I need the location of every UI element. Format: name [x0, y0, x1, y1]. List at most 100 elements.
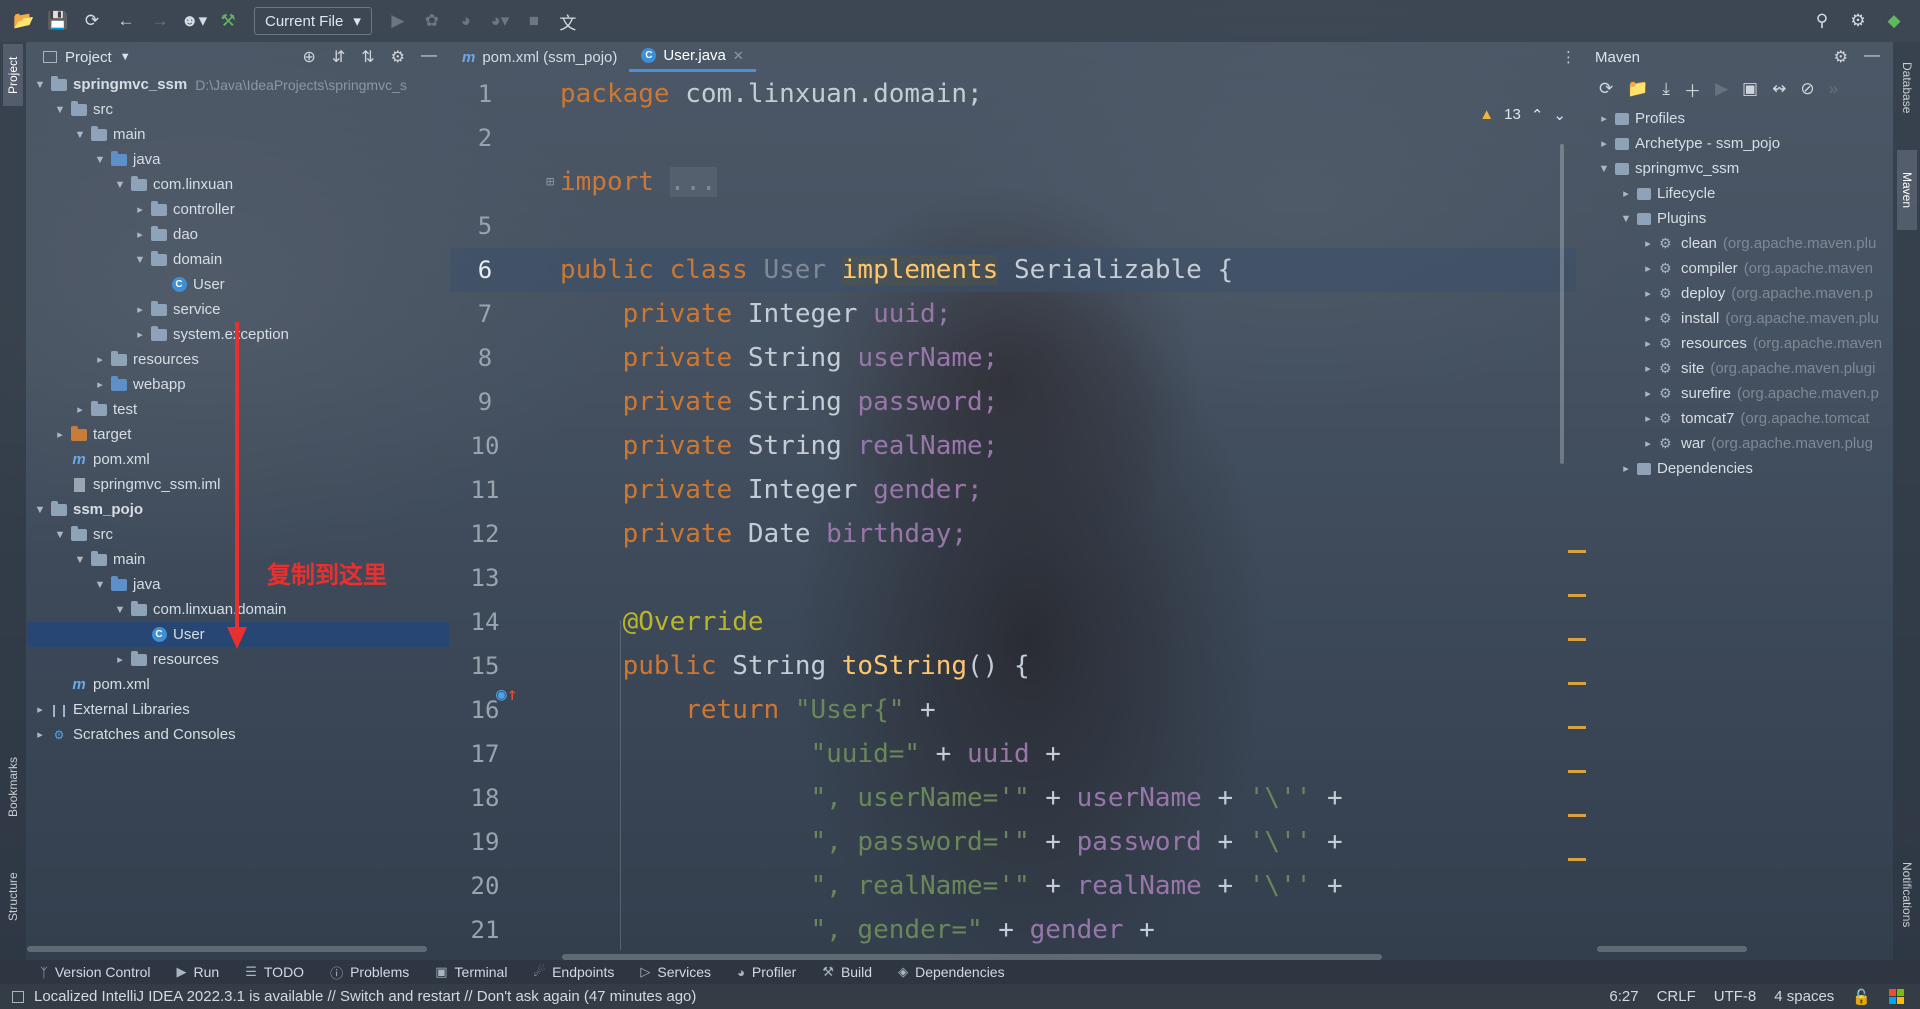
- chevron-down-icon[interactable]: ▼: [53, 104, 67, 116]
- chevron-right-icon[interactable]: ▸: [1641, 237, 1655, 250]
- chevron-right-icon[interactable]: ▸: [33, 728, 47, 741]
- tree-item-src[interactable]: ▼ src: [27, 97, 449, 122]
- chevron-right-icon[interactable]: ▸: [93, 378, 107, 391]
- maven-plugin-site[interactable]: ▸ ⚙ site (org.apache.maven.plugi: [1587, 356, 1892, 381]
- chevron-down-icon[interactable]: ▼: [1619, 213, 1633, 225]
- more-icon[interactable]: »: [1829, 79, 1838, 99]
- chevron-right-icon[interactable]: ▸: [113, 653, 127, 666]
- tree-item-external-libraries[interactable]: ▸ ❙❙ External Libraries: [27, 697, 449, 722]
- profiler-tab[interactable]: ◕ Profiler: [737, 964, 796, 980]
- chevron-down-icon[interactable]: ▼: [93, 154, 107, 166]
- editor-vertical-scrollbar[interactable]: [1560, 144, 1564, 464]
- todo-tab[interactable]: ☰ TODO: [245, 964, 304, 980]
- settings-icon[interactable]: ⚙: [1844, 7, 1872, 35]
- add-icon[interactable]: ＋: [1684, 77, 1701, 102]
- maven-plugin-tomcat7[interactable]: ▸ ⚙ tomcat7 (org.apache.tomcat: [1587, 406, 1892, 431]
- chevron-down-icon[interactable]: ▼: [133, 254, 147, 266]
- chevron-down-icon[interactable]: ▼: [93, 579, 107, 591]
- code-area[interactable]: ▲ 13 ⌃ ⌄ 1 package com.linxuan.domain; 2 …: [450, 72, 1586, 960]
- status-square-icon[interactable]: [12, 990, 24, 1003]
- coverage-icon[interactable]: ◕: [452, 7, 480, 35]
- chevron-down-icon[interactable]: ▼: [113, 179, 127, 191]
- chevron-down-icon[interactable]: ▼: [33, 504, 47, 516]
- indent-setting[interactable]: 4 spaces: [1774, 988, 1834, 1005]
- back-icon[interactable]: ←: [112, 7, 140, 35]
- tree-item-pom[interactable]: m pom.xml: [27, 672, 449, 697]
- problems-tab[interactable]: ⓘ Problems: [330, 963, 409, 982]
- tree-item-package[interactable]: ▼ com.linxuan: [27, 172, 449, 197]
- chevron-right-icon[interactable]: ▸: [1641, 437, 1655, 450]
- chevron-right-icon[interactable]: ▸: [1641, 287, 1655, 300]
- chevron-right-icon[interactable]: ▸: [53, 428, 67, 441]
- chevron-right-icon[interactable]: ▸: [1597, 137, 1611, 150]
- run-tab[interactable]: ▶ Run: [177, 964, 220, 980]
- locate-icon[interactable]: ⊕: [302, 47, 315, 67]
- minimize-icon[interactable]: —: [1864, 47, 1880, 67]
- project-horizontal-scrollbar[interactable]: [27, 946, 427, 952]
- run-icon[interactable]: ▶: [1715, 79, 1728, 99]
- chevron-down-icon[interactable]: ▼: [53, 529, 67, 541]
- tree-item-scratches[interactable]: ▸ ⚙ Scratches and Consoles: [27, 722, 449, 747]
- search-icon[interactable]: ⚲: [1808, 7, 1836, 35]
- dependencies-tab[interactable]: ◈ Dependencies: [898, 964, 1005, 980]
- tree-item-resources[interactable]: ▸ resources: [27, 647, 449, 672]
- chevron-down-icon[interactable]: ▼: [120, 51, 131, 63]
- error-stripe[interactable]: [1568, 116, 1586, 916]
- maven-horizontal-scrollbar[interactable]: [1597, 946, 1747, 952]
- status-message[interactable]: Localized IntelliJ IDEA 2022.3.1 is avai…: [34, 988, 696, 1005]
- database-tool-tab[interactable]: Database: [1897, 48, 1917, 128]
- skip-tests-icon[interactable]: ⊘: [1800, 79, 1814, 99]
- caret-position[interactable]: 6:27: [1609, 988, 1638, 1005]
- tab-pom-xml[interactable]: m pom.xml (ssm_pojo): [450, 42, 629, 72]
- tree-item-user-class[interactable]: C User: [27, 272, 449, 297]
- save-icon[interactable]: 💾: [44, 7, 72, 35]
- structure-tool-tab[interactable]: Structure: [3, 857, 23, 937]
- chevron-right-icon[interactable]: ▸: [1597, 112, 1611, 125]
- lock-icon[interactable]: 🔓: [1852, 988, 1871, 1006]
- file-encoding[interactable]: UTF-8: [1714, 988, 1757, 1005]
- maven-plugin-clean[interactable]: ▸ ⚙ clean (org.apache.maven.plu: [1587, 231, 1892, 256]
- maven-plugin-resources[interactable]: ▸ ⚙ resources (org.apache.maven: [1587, 331, 1892, 356]
- open-folder-icon[interactable]: 📂: [10, 7, 38, 35]
- tree-item-dao[interactable]: ▸ dao: [27, 222, 449, 247]
- toggle-offline-icon[interactable]: ↭: [1772, 79, 1786, 99]
- tree-item-main[interactable]: ▼ main: [27, 122, 449, 147]
- profile-icon[interactable]: ◕▾: [486, 7, 514, 35]
- close-icon[interactable]: ✕: [733, 48, 744, 64]
- maven-item-dependencies[interactable]: ▸ Dependencies: [1587, 456, 1892, 481]
- maven-plugin-surefire[interactable]: ▸ ⚙ surefire (org.apache.maven.p: [1587, 381, 1892, 406]
- more-tabs-icon[interactable]: ⋮: [1561, 42, 1586, 72]
- maven-plugin-deploy[interactable]: ▸ ⚙ deploy (org.apache.maven.p: [1587, 281, 1892, 306]
- tab-user-java[interactable]: C User.java ✕: [629, 42, 756, 72]
- maven-item-plugins[interactable]: ▼ Plugins: [1587, 206, 1892, 231]
- generate-sources-icon[interactable]: 📁: [1627, 79, 1648, 99]
- maven-plugin-war[interactable]: ▸ ⚙ war (org.apache.maven.plug: [1587, 431, 1892, 456]
- expand-all-icon[interactable]: ⇵: [332, 47, 345, 67]
- chevron-down-icon[interactable]: ▼: [1597, 163, 1611, 175]
- build-tab[interactable]: ⚒ Build: [822, 964, 872, 980]
- tree-item-java[interactable]: ▼ java: [27, 147, 449, 172]
- tree-item-service[interactable]: ▸ service: [27, 297, 449, 322]
- phase-icon[interactable]: ▣: [1742, 79, 1758, 99]
- bookmarks-tool-tab[interactable]: Bookmarks: [3, 742, 23, 832]
- run-configuration-select[interactable]: Current File ▾: [254, 7, 372, 35]
- download-icon[interactable]: ⤓: [1662, 79, 1670, 99]
- terminal-tab[interactable]: ▣ Terminal: [435, 964, 507, 980]
- logo-icon[interactable]: ◆: [1880, 7, 1908, 35]
- chevron-right-icon[interactable]: ▸: [1641, 362, 1655, 375]
- chevron-right-icon[interactable]: ▸: [1641, 387, 1655, 400]
- chevron-right-icon[interactable]: ▸: [133, 203, 147, 216]
- gear-icon[interactable]: ⚙: [1834, 47, 1848, 67]
- chevron-right-icon[interactable]: ▸: [1641, 337, 1655, 350]
- chevron-down-icon[interactable]: ▼: [73, 129, 87, 141]
- chevron-down-icon[interactable]: ▼: [33, 79, 47, 91]
- chevron-right-icon[interactable]: ▸: [33, 703, 47, 716]
- minimize-icon[interactable]: —: [421, 47, 437, 67]
- build-hammer-icon[interactable]: ⚒: [214, 7, 242, 35]
- maven-plugin-install[interactable]: ▸ ⚙ install (org.apache.maven.plu: [1587, 306, 1892, 331]
- sync-icon[interactable]: ⟳: [78, 7, 106, 35]
- run-icon[interactable]: ▶: [384, 7, 412, 35]
- reload-icon[interactable]: ⟳: [1599, 79, 1613, 99]
- maven-plugin-compiler[interactable]: ▸ ⚙ compiler (org.apache.maven: [1587, 256, 1892, 281]
- line-separator[interactable]: CRLF: [1657, 988, 1696, 1005]
